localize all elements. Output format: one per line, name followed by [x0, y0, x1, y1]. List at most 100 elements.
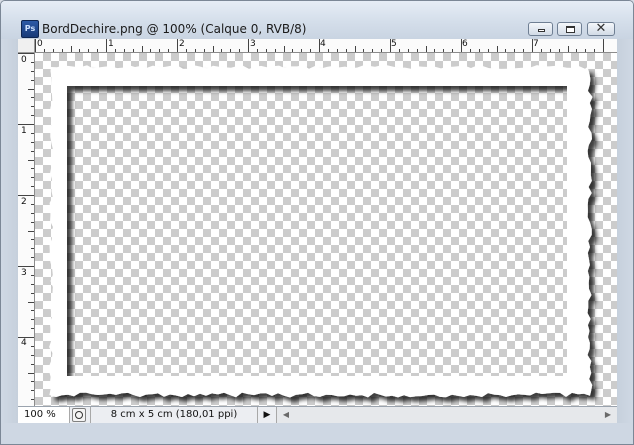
ruler-tick: [248, 39, 249, 52]
ruler-tick: [283, 46, 285, 52]
ruler-h-label: 4: [320, 39, 326, 49]
ruler-tick: [18, 266, 34, 267]
ruler-tick: [345, 49, 347, 52]
ruler-tick: [416, 49, 418, 52]
ruler-tick: [505, 49, 507, 52]
scroll-right-arrow-icon[interactable]: ▶: [601, 407, 615, 423]
ruler-h-label: 5: [391, 39, 397, 49]
torn-paper-frame-image: [49, 65, 593, 398]
ruler-tick: [31, 212, 34, 214]
minimize-button[interactable]: [528, 22, 553, 36]
ruler-tick: [28, 88, 34, 90]
photoshop-app-icon[interactable]: Ps: [21, 20, 39, 38]
ruler-tick: [141, 46, 143, 52]
ruler-tick: [31, 115, 34, 117]
document-dimensions: 8 cm x 5 cm (180,01 ppi): [90, 407, 258, 423]
zoom-level-field[interactable]: 100 %: [18, 407, 70, 423]
ruler-tick: [549, 49, 551, 52]
ruler-tick: [106, 39, 107, 52]
ruler-h-label: 1: [108, 39, 114, 49]
ruler-tick: [469, 49, 471, 52]
ruler-tick: [31, 70, 34, 72]
ruler-tick: [203, 49, 205, 52]
window-left-border: [1, 39, 18, 444]
ruler-tick: [35, 39, 36, 52]
ruler-tick: [381, 49, 383, 52]
ruler-tick: [221, 49, 223, 52]
ruler-tick: [354, 46, 356, 52]
ruler-tick: [461, 39, 462, 52]
ruler-tick: [487, 49, 489, 52]
ruler-tick: [212, 46, 214, 52]
ruler-tick: [265, 49, 267, 52]
ruler-tick: [18, 195, 34, 196]
ruler-tick: [132, 49, 134, 52]
ruler-tick: [79, 49, 81, 52]
ruler-tick: [558, 49, 560, 52]
ruler-tick: [31, 319, 34, 321]
ruler-h-label: 6: [462, 39, 468, 49]
ruler-tick: [310, 49, 312, 52]
ruler-tick: [185, 49, 187, 52]
ruler-tick: [398, 49, 400, 52]
ruler-tick: [18, 337, 34, 338]
ruler-tick: [168, 49, 170, 52]
torn-frame-border: [49, 65, 593, 398]
ruler-tick: [274, 49, 276, 52]
ruler-tick: [31, 203, 34, 205]
ruler-tick: [576, 49, 578, 52]
ruler-tick: [31, 310, 34, 312]
ruler-tick: [28, 159, 34, 161]
ruler-tick: [31, 132, 34, 134]
document-window: Ps BordDechire.png @ 100% (Calque 0, RVB…: [0, 0, 634, 445]
ruler-tick: [28, 301, 34, 303]
maximize-button[interactable]: [557, 22, 582, 36]
ruler-tick: [97, 49, 99, 52]
ruler-tick: [194, 49, 196, 52]
ruler-tick: [31, 283, 34, 285]
ruler-tick: [28, 230, 34, 232]
status-bar: 100 % 8 cm x 5 cm (180,01 ppi) ▶ ◀ ▶: [18, 406, 617, 423]
status-menu-arrow-icon[interactable]: ▶: [260, 407, 274, 423]
title-bar[interactable]: Ps BordDechire.png @ 100% (Calque 0, RVB…: [1, 1, 633, 39]
horizontal-ruler[interactable]: 0 1 2 3 4 5 6 7: [35, 39, 617, 53]
ruler-v-label: 1: [21, 126, 27, 136]
ruler-h-label: 0: [37, 39, 43, 49]
ruler-tick: [372, 49, 374, 52]
ruler-tick: [70, 46, 72, 52]
ruler-origin-corner[interactable]: [18, 39, 35, 53]
minimize-icon: [538, 29, 545, 32]
scroll-left-arrow-icon[interactable]: ◀: [279, 407, 293, 423]
ruler-tick: [540, 49, 542, 52]
horizontal-scrollbar[interactable]: ◀ ▶: [276, 407, 617, 423]
ruler-tick: [585, 49, 587, 52]
ruler-tick: [603, 39, 604, 52]
ruler-h-label: 7: [533, 39, 539, 49]
ruler-tick: [31, 61, 34, 63]
ruler-tick: [31, 186, 34, 188]
document-canvas[interactable]: [35, 53, 617, 406]
ruler-tick: [31, 221, 34, 223]
ruler-tick: [319, 39, 320, 52]
ruler-tick: [514, 49, 516, 52]
ruler-tick: [31, 399, 34, 401]
ruler-tick: [407, 49, 409, 52]
ruler-tick: [18, 124, 34, 125]
ruler-tick: [567, 46, 569, 52]
close-button[interactable]: ✕: [587, 21, 615, 36]
ruler-tick: [31, 141, 34, 143]
ruler-v-label: 3: [21, 268, 27, 278]
ruler-tick: [177, 39, 178, 52]
ruler-tick: [31, 292, 34, 294]
ruler-tick: [292, 49, 294, 52]
ruler-tick: [523, 49, 525, 52]
ruler-tick: [478, 49, 480, 52]
ruler-tick: [31, 274, 34, 276]
document-profile-button[interactable]: [72, 408, 86, 422]
window-bottom-border: [1, 423, 633, 444]
vertical-ruler[interactable]: 0 1 2 3 4: [18, 53, 35, 406]
ruler-tick: [88, 49, 90, 52]
ruler-h-label: 3: [250, 39, 256, 49]
ruler-tick: [31, 150, 34, 152]
ruler-tick: [31, 257, 34, 259]
